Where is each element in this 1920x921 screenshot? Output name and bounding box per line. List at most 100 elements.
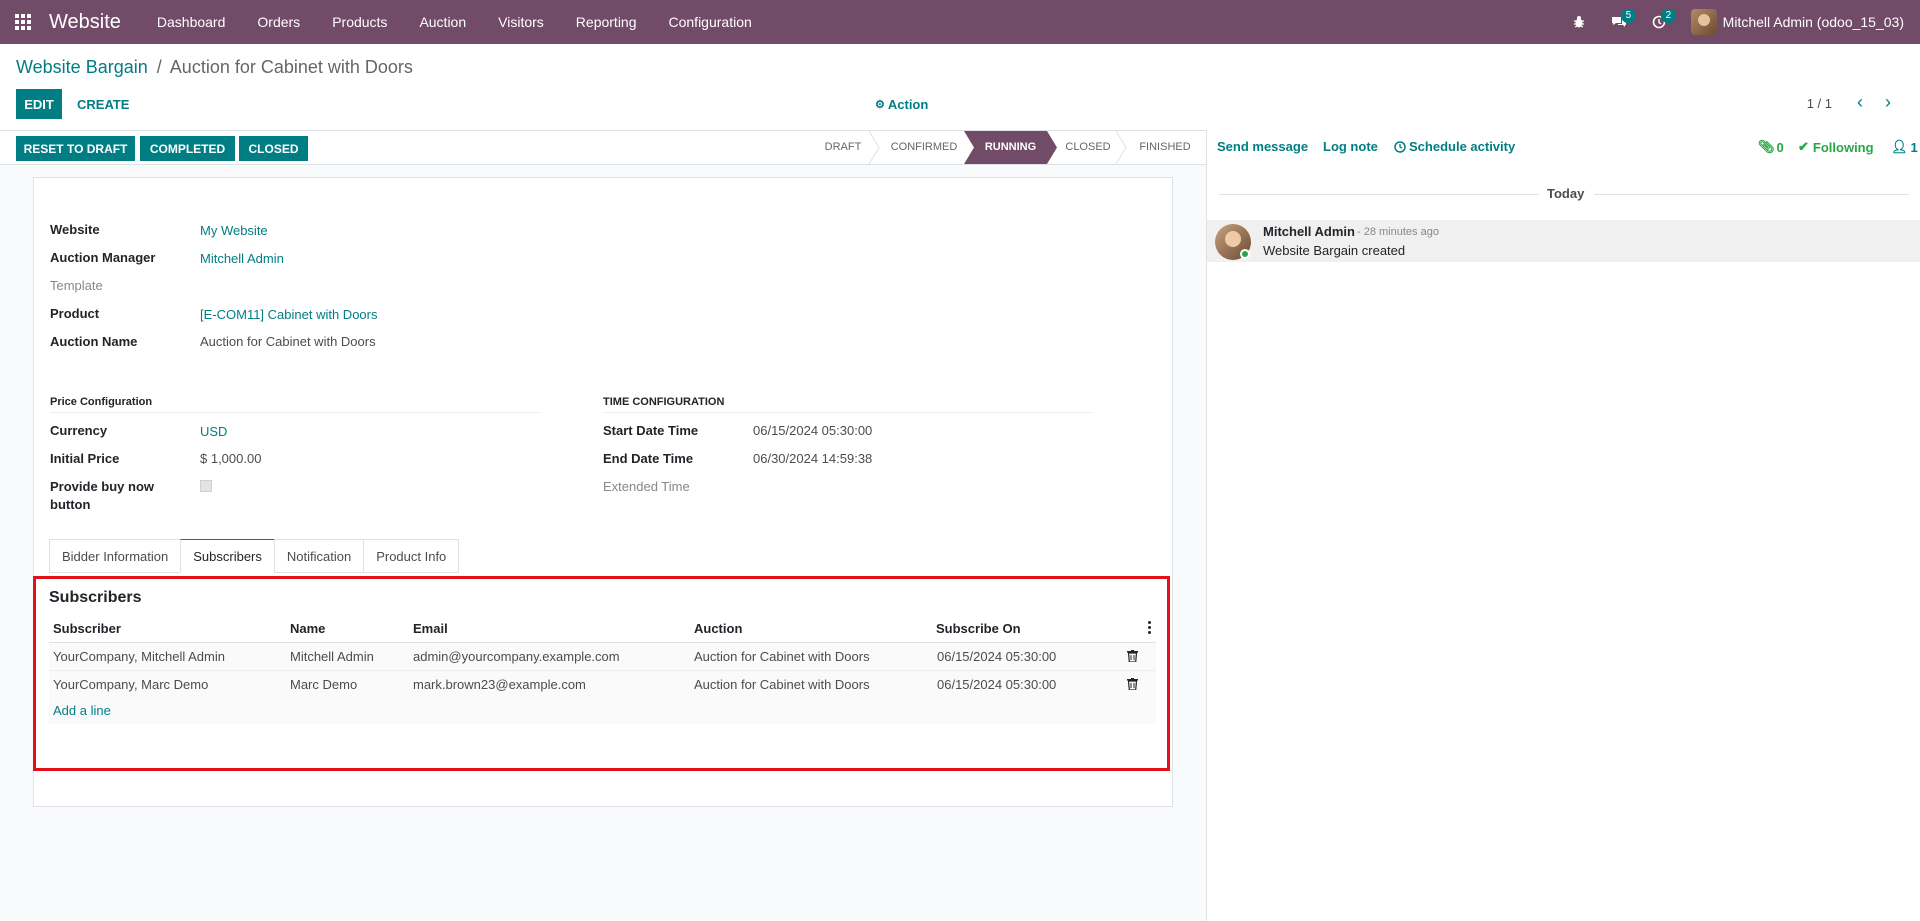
stage-closed[interactable]: CLOSED: [1058, 131, 1118, 164]
attachments-button[interactable]: 📎︎ 0: [1758, 139, 1784, 155]
followers-button[interactable]: 👤︎ 1: [1891, 139, 1918, 155]
product-field[interactable]: [E-COM11] Cabinet with Doors: [200, 307, 378, 322]
form-statusbar: RESET TO DRAFT COMPLETED CLOSED DRAFT CO…: [0, 130, 1206, 165]
navbar-systray: 5 2 Mitchell Admin (odoo_15_03): [1559, 0, 1920, 44]
apps-menu-icon[interactable]: [0, 0, 46, 44]
pager-value[interactable]: 1 / 1: [1807, 96, 1832, 111]
email-cell: admin@yourcompany.example.com: [413, 649, 620, 664]
app-name[interactable]: Website: [49, 11, 121, 34]
stage-confirmed[interactable]: CONFIRMED: [880, 131, 968, 164]
following-label: Following: [1812, 139, 1874, 155]
stage-running[interactable]: RUNNING: [964, 131, 1057, 164]
stage-separator: [868, 131, 880, 164]
column-email[interactable]: Email: [413, 621, 448, 636]
action-label: Action: [887, 97, 929, 112]
followers-count: 1: [1910, 139, 1918, 155]
today-separator: Today: [1547, 186, 1585, 201]
activities-clock-icon[interactable]: 2: [1639, 0, 1679, 44]
add-a-line-link[interactable]: Add a line: [53, 703, 111, 718]
auction-name-label: Auction Name: [50, 334, 138, 349]
breadcrumb-current: Auction for Cabinet with Doors: [169, 57, 413, 77]
action-menu[interactable]: ⚙ Action: [875, 97, 928, 112]
auction-manager-field[interactable]: Mitchell Admin: [200, 251, 284, 266]
user-menu[interactable]: Mitchell Admin (odoo_15_03): [1690, 9, 1904, 35]
column-name[interactable]: Name: [290, 621, 325, 636]
auction-name-field[interactable]: Auction for Cabinet with Doors: [200, 334, 376, 349]
tab-bidder-information[interactable]: Bidder Information: [49, 539, 182, 573]
edit-button[interactable]: EDIT: [16, 89, 62, 119]
end-date-label: End Date Time: [603, 451, 694, 466]
stage-separator: [1115, 131, 1127, 164]
menu-visitors[interactable]: Visitors: [482, 0, 560, 44]
table-row[interactable]: YourCompany, Marc Demo Marc Demo mark.br…: [49, 671, 1156, 699]
stage-draft[interactable]: DRAFT: [815, 131, 871, 164]
buy-now-checkbox[interactable]: [200, 480, 212, 492]
menu-orders[interactable]: Orders: [241, 0, 316, 44]
breadcrumb-parent[interactable]: Website Bargain: [16, 57, 148, 77]
message-time: - 28 minutes ago: [1357, 226, 1439, 238]
top-navbar: Website Dashboard Orders Products Auctio…: [0, 0, 1920, 44]
pager-next-icon[interactable]: ›: [1878, 93, 1898, 113]
initial-price-field[interactable]: $ 1,000.00: [200, 451, 261, 466]
add-line-row: Add a line: [49, 698, 1156, 724]
column-subscribe-on[interactable]: Subscribe On: [936, 621, 1021, 636]
start-date-field[interactable]: 06/15/2024 05:30:00: [753, 423, 872, 438]
stage-finished[interactable]: FINISHED: [1130, 131, 1200, 164]
schedule-activity-label: Schedule activity: [1409, 139, 1516, 154]
subscribe-on-cell: 06/15/2024 05:30:00: [937, 677, 1057, 692]
paperclip-icon: 📎︎: [1758, 139, 1775, 154]
chatter-panel: Send message Log note Schedule activity …: [1206, 130, 1920, 921]
clock-icon: [1394, 140, 1406, 153]
gear-icon: ⚙: [875, 99, 885, 111]
user-icon: 👤︎: [1891, 139, 1908, 154]
tab-product-info[interactable]: Product Info: [363, 539, 460, 573]
price-configuration-title: Price Configuration: [50, 396, 540, 413]
bug-icon[interactable]: [1559, 0, 1599, 44]
pager-previous-icon[interactable]: ‹: [1850, 93, 1870, 113]
create-button[interactable]: CREATE: [77, 97, 129, 112]
table-row[interactable]: YourCompany, Mitchell Admin Mitchell Adm…: [49, 643, 1156, 671]
optional-columns-icon[interactable]: [1148, 621, 1152, 636]
schedule-activity-button[interactable]: Schedule activity: [1394, 139, 1515, 154]
subscriber-cell: YourCompany, Marc Demo: [53, 677, 209, 692]
divider: [1219, 194, 1539, 195]
breadcrumb: Website Bargain / Auction for Cabinet wi…: [16, 57, 413, 78]
buy-now-label-line1: Provide buy now: [50, 479, 155, 494]
auction-cell: Auction for Cabinet with Doors: [694, 649, 870, 664]
column-auction[interactable]: Auction: [694, 621, 742, 636]
reset-to-draft-button[interactable]: RESET TO DRAFT: [16, 136, 135, 161]
online-status-icon: [1240, 249, 1250, 259]
trash-icon[interactable]: [1127, 650, 1138, 662]
closed-button[interactable]: CLOSED: [239, 136, 308, 161]
message-author[interactable]: Mitchell Admin: [1263, 224, 1355, 239]
tab-subscribers[interactable]: Subscribers: [180, 539, 275, 573]
menu-reporting[interactable]: Reporting: [560, 0, 653, 44]
messages-badge: 5: [1620, 9, 1637, 23]
completed-button[interactable]: COMPLETED: [140, 136, 235, 161]
log-note-button[interactable]: Log note: [1323, 139, 1378, 154]
send-message-button[interactable]: Send message: [1217, 139, 1308, 154]
activities-badge: 2: [1660, 9, 1677, 23]
tab-notification[interactable]: Notification: [273, 539, 365, 573]
website-label: Website: [50, 222, 100, 237]
currency-field[interactable]: USD: [200, 424, 227, 439]
menu-products[interactable]: Products: [316, 0, 403, 44]
menu-configuration[interactable]: Configuration: [653, 0, 768, 44]
name-cell: Marc Demo: [290, 677, 358, 692]
trash-icon[interactable]: [1127, 678, 1138, 690]
auction-cell: Auction for Cabinet with Doors: [694, 677, 870, 692]
menu-dashboard[interactable]: Dashboard: [141, 0, 242, 44]
notebook-tabs: Bidder Information Subscribers Notificat…: [49, 539, 460, 573]
user-name: Mitchell Admin (odoo_15_03): [1722, 14, 1904, 30]
divider: [1594, 194, 1909, 195]
column-subscriber[interactable]: Subscriber: [53, 621, 121, 636]
website-field[interactable]: My Website: [200, 223, 268, 238]
menu-auction[interactable]: Auction: [403, 0, 482, 44]
email-cell: mark.brown23@example.com: [413, 677, 586, 692]
following-button[interactable]: ✔ Following: [1798, 139, 1874, 155]
product-label: Product: [50, 306, 100, 321]
template-label: Template: [50, 278, 103, 293]
end-date-field[interactable]: 06/30/2024 14:59:38: [753, 451, 872, 466]
messages-icon[interactable]: 5: [1599, 0, 1639, 44]
auction-manager-label: Auction Manager: [50, 250, 156, 265]
